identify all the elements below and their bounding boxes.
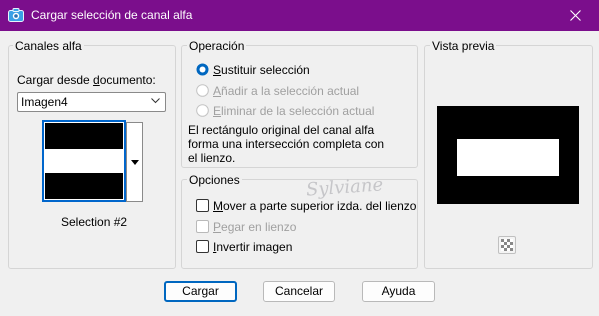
checkbox-invert-label: Invertir imagen xyxy=(213,240,293,254)
operation-description-line-2: forma una intersección completa con xyxy=(188,137,385,151)
operation-group: Operación Sustituir selección Añadir a l… xyxy=(181,39,418,168)
checkbox-paste[interactable]: Pegar en lienzo xyxy=(196,219,411,235)
chevron-down-icon xyxy=(131,160,139,165)
radio-unchecked-icon xyxy=(196,104,209,117)
checkbox-move-top-left[interactable]: Mover a parte superior izda. del lienzo xyxy=(196,198,416,214)
help-button[interactable]: Ayuda xyxy=(362,281,435,302)
channels-legend: Canales alfa xyxy=(13,39,84,53)
camera-icon xyxy=(8,8,24,22)
operation-legend: Operación xyxy=(187,39,247,53)
checkbox-move-top-left-box xyxy=(196,199,209,212)
checkbox-paste-box xyxy=(196,220,209,233)
close-icon xyxy=(570,10,581,21)
document-select-value: Imagen4 xyxy=(21,95,68,109)
preview-toggle-button[interactable] xyxy=(498,236,516,254)
radio-add[interactable]: Añadir a la selección actual xyxy=(196,83,406,99)
selection-name: Selection #2 xyxy=(61,215,128,229)
radio-add-label: Añadir a la selección actual xyxy=(213,84,360,98)
channel-thumbnail-dropdown[interactable] xyxy=(126,122,143,202)
radio-checked-icon xyxy=(196,63,209,76)
channel-thumbnail-image xyxy=(45,123,123,199)
checkbox-invert[interactable]: Invertir imagen xyxy=(196,239,411,255)
checkbox-invert-box xyxy=(196,240,209,253)
radio-remove-label: Eliminar de la selección actual xyxy=(213,104,375,118)
channels-group: Canales alfa Cargar desde documento: Ima… xyxy=(8,39,176,269)
dialog-body: Canales alfa Cargar desde documento: Ima… xyxy=(0,31,599,316)
load-button[interactable]: Cargar xyxy=(164,281,237,302)
checkerboard-icon xyxy=(501,239,513,251)
radio-unchecked-icon xyxy=(196,84,209,97)
window-title: Cargar selección de canal alfa xyxy=(31,8,193,22)
close-button[interactable] xyxy=(553,0,599,31)
checkbox-paste-label: Pegar en lienzo xyxy=(213,220,297,234)
preview-image xyxy=(437,106,579,204)
checkbox-move-top-left-label: Mover a parte superior izda. del lienzo xyxy=(213,199,417,213)
radio-remove[interactable]: Eliminar de la selección actual xyxy=(196,103,406,119)
operation-description-line-1: El rectángulo original del canal alfa xyxy=(188,123,375,137)
chevron-down-icon xyxy=(151,98,160,104)
radio-replace-label: Sustituir selección xyxy=(213,63,310,77)
radio-replace[interactable]: Sustituir selección xyxy=(196,62,406,78)
preview-group: Vista previa xyxy=(424,39,593,269)
cancel-button[interactable]: Cancelar xyxy=(263,281,335,302)
preview-selection-area xyxy=(457,139,559,176)
operation-description-line-3: el lienzo. xyxy=(188,151,236,165)
document-select[interactable]: Imagen4 xyxy=(17,92,166,112)
options-legend: Opciones xyxy=(187,173,242,187)
load-from-label: Cargar desde documento: xyxy=(17,73,156,87)
channel-thumbnail[interactable] xyxy=(42,120,126,202)
preview-legend: Vista previa xyxy=(430,39,497,53)
title-bar: Cargar selección de canal alfa xyxy=(0,0,599,31)
